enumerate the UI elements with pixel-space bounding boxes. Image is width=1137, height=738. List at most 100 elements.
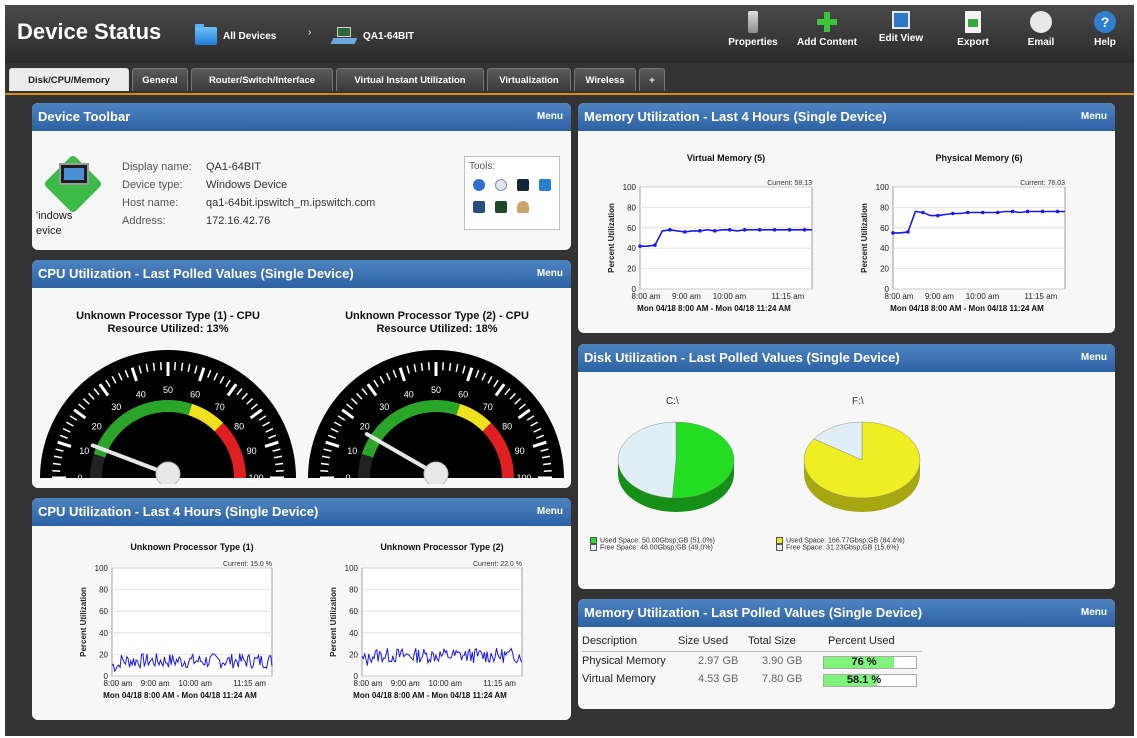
data-point	[727, 228, 732, 232]
tools-box: Tools:	[464, 156, 560, 230]
tab-virtualization[interactable]: Virtualization	[487, 68, 571, 91]
tab-bar: Disk/CPU/Memory General Router/Switch/In…	[5, 68, 1134, 93]
memory-polled-panel: Memory Utilization - Last Polled Values …	[578, 599, 1115, 709]
panel-menu[interactable]: Menu	[537, 103, 563, 131]
gauge-tick	[320, 462, 329, 466]
panel-menu[interactable]: Menu	[1081, 599, 1107, 627]
edit-view-button[interactable]: Edit View	[871, 11, 931, 59]
panel-body: Virtual Memory (5) Current: 58.13 100 80 60 4…	[578, 131, 1115, 333]
panel-title: CPU Utilization - Last Polled Values (Si…	[38, 266, 354, 281]
email-button[interactable]: Email	[1011, 11, 1071, 59]
chart-title: Unknown Processor Type (2)	[380, 542, 503, 552]
y-tick-label: 20	[880, 265, 889, 274]
panel-title: Memory Utilization - Last Polled Values …	[584, 605, 923, 620]
x-tick-label: 10:00 am	[429, 679, 463, 688]
device-status-app: Device Status All Devices › QA1-64BIT Pr…	[5, 5, 1134, 736]
data-point	[980, 210, 985, 215]
table-divider	[582, 651, 922, 652]
panel-menu[interactable]: Menu	[1081, 103, 1107, 131]
breadcrumb-label: All Devices	[223, 30, 277, 42]
gauge-hub	[155, 461, 181, 484]
y-tick-label: 100	[345, 564, 359, 573]
console-icon[interactable]	[495, 201, 507, 213]
gauge-scale-label: 100	[516, 473, 531, 483]
chart-current-value: Current: 58.13	[767, 180, 812, 187]
export-button[interactable]: Export	[943, 11, 1003, 59]
header-bar: Device Status All Devices › QA1-64BIT Pr…	[5, 5, 1134, 63]
folder-icon	[195, 24, 217, 45]
tab-virtual-instant-utilization[interactable]: Virtual Instant Utilization	[336, 68, 484, 91]
info-address: Address: 172.16.42.76	[122, 215, 271, 227]
gauge-tick	[427, 362, 430, 371]
used-space-swatch	[590, 537, 597, 544]
tab-wireless[interactable]: Wireless	[574, 68, 636, 91]
gauge-scale-label: 90	[247, 446, 257, 456]
panel-menu[interactable]: Menu	[537, 260, 563, 288]
panel-title: CPU Utilization - Last 4 Hours (Single D…	[38, 504, 319, 519]
ping-icon[interactable]	[495, 179, 507, 191]
breadcrumb-device[interactable]: QA1-64BIT	[330, 27, 414, 45]
y-tick-label: 20	[627, 265, 636, 274]
device-toolbar-panel: Device Toolbar Menu 'indows evice Displa…	[32, 103, 571, 250]
disk-pie-f	[803, 421, 921, 512]
email-label: Email	[1027, 37, 1055, 48]
table-row: Physical Memory 2.97 GB 3.90 GB 76 %	[582, 655, 922, 671]
add-content-label: Add Content	[797, 37, 857, 48]
drive-c-label: C:\	[666, 396, 679, 407]
data-point	[757, 228, 762, 232]
panel-menu[interactable]: Menu	[1081, 344, 1107, 372]
properties-label: Properties	[728, 37, 778, 48]
gauge-scale-label: 50	[163, 385, 173, 395]
y-tick-label: 80	[349, 586, 358, 595]
data-point	[1055, 209, 1060, 214]
help-button[interactable]: ? Help	[1075, 11, 1134, 59]
tools-wrench-icon[interactable]	[517, 201, 529, 213]
percent-bar: 76 %	[823, 656, 917, 669]
disk-pie-c	[617, 421, 735, 512]
data-point	[802, 228, 807, 232]
panel-header: Device Toolbar Menu	[32, 103, 571, 131]
x-tick-label: 9:00 am	[391, 679, 420, 688]
cpu-gauge-2: 0 10 20 30 40 50 60 70 80 90 100	[308, 350, 564, 484]
gauge-scale-label: 20	[360, 421, 370, 431]
breadcrumb-all-devices[interactable]: All Devices	[195, 24, 277, 45]
globe-icon[interactable]	[473, 179, 485, 191]
gauge-tick	[174, 362, 177, 371]
y-tick-label: 40	[99, 629, 108, 638]
page-title: Device Status	[17, 19, 162, 44]
remote-desktop-icon[interactable]	[473, 201, 485, 213]
email-icon	[1030, 11, 1052, 33]
panel-header: CPU Utilization - Last Polled Values (Si…	[32, 260, 571, 288]
terminal-icon[interactable]	[517, 179, 529, 191]
tools-label: Tools:	[469, 161, 496, 172]
export-label: Export	[957, 37, 989, 48]
add-tab-button[interactable]: +	[639, 68, 665, 91]
gauge-scale-label: 80	[502, 421, 512, 431]
y-tick-label: 40	[627, 244, 636, 253]
free-space-swatch	[776, 544, 783, 552]
data-point	[638, 244, 642, 248]
tab-general[interactable]: General	[132, 68, 188, 91]
properties-button[interactable]: Properties	[723, 11, 783, 59]
table-header-row: Description Size Used Total Size Percent…	[582, 635, 895, 647]
add-icon	[816, 11, 838, 33]
y-tick-label: 20	[349, 650, 358, 659]
chart-time-range: Mon 04/18 8:00 AM - Mon 04/18 11:24 AM	[103, 691, 257, 700]
add-content-button[interactable]: Add Content	[797, 11, 857, 59]
data-point	[772, 228, 777, 232]
cpu-4h-panel: CPU Utilization - Last 4 Hours (Single D…	[32, 498, 571, 720]
panel-menu[interactable]: Menu	[537, 498, 563, 526]
gauge-hub	[423, 461, 449, 484]
tab-router-switch-interface[interactable]: Router/Switch/Interface	[191, 68, 333, 91]
data-point	[951, 211, 955, 216]
export-icon	[965, 11, 981, 33]
used-space-swatch	[776, 537, 783, 544]
y-tick-label: 60	[349, 607, 358, 616]
tab-disk-cpu-memory[interactable]: Disk/CPU/Memory	[9, 68, 129, 91]
data-point	[698, 229, 702, 233]
edit-icon	[892, 11, 910, 29]
gauge-scale-label: 20	[92, 421, 102, 431]
gauge-tick	[275, 469, 284, 472]
network-icon[interactable]	[539, 179, 551, 191]
free-space-swatch	[590, 544, 597, 552]
